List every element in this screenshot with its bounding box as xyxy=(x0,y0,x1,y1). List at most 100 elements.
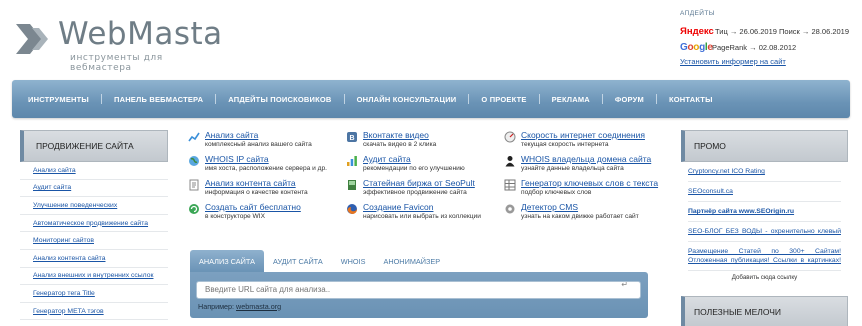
document-icon xyxy=(188,179,200,191)
tool-desc: узнайте данные владельца сайта xyxy=(521,165,624,172)
useful-title: ПОЛЕЗНЫЕ МЕЛОЧИ xyxy=(681,296,848,326)
tool-desc: текущая скорость интернета xyxy=(521,141,609,148)
tool-desc: в конструкторе WIX xyxy=(205,213,266,220)
nav-divider xyxy=(468,94,470,104)
tool-desc: узнать на каком движке работает сайт xyxy=(521,213,639,220)
sidebar-item-site-analysis[interactable]: Анализ сайта xyxy=(20,162,168,180)
tab-site-analysis[interactable]: АНАЛИЗ САЙТА xyxy=(190,250,264,272)
refresh-icon xyxy=(188,203,200,215)
logo[interactable]: WebMasta инструменты для вебмастера xyxy=(12,16,222,73)
add-link[interactable]: Добавить сюда ссылку xyxy=(681,274,848,281)
sidebar-item-auto-promotion[interactable]: Автоматическое продвижение сайта xyxy=(20,215,168,233)
nav-contacts[interactable]: КОНТАКТЫ xyxy=(669,95,713,104)
sidebar-item-monitoring[interactable]: Мониторинг сайтов xyxy=(20,232,168,250)
nav-tools[interactable]: ИНСТРУМЕНТЫ xyxy=(28,95,89,104)
tool-desc: рекомендации по его улучшению xyxy=(363,165,465,172)
example-label: Например: xyxy=(198,301,235,311)
nav-about[interactable]: О ПРОЕКТЕ xyxy=(481,95,526,104)
tool-item[interactable]: Аудит сайта рекомендации по его улучшени… xyxy=(346,154,506,178)
example-line: Например: webmasta.org xyxy=(196,302,642,311)
yandex-update-row: Яндекс Тиц → 26.06.2019 Поиск → 28.06.20… xyxy=(680,23,855,39)
promo-item[interactable]: Cryptoncy.net ICO Rating xyxy=(688,162,841,182)
example-link[interactable]: webmasta.org xyxy=(236,302,281,311)
tab-site-audit[interactable]: АУДИТ САЙТА xyxy=(264,250,332,272)
sidebar-item-links-analysis[interactable]: Анализ внешних и внутренних ссылок xyxy=(20,268,168,286)
person-icon xyxy=(504,155,516,167)
gear-icon xyxy=(504,203,516,215)
tool-item[interactable]: Анализ сайта комплексный анализ вашего с… xyxy=(188,130,348,154)
tool-title[interactable]: Анализ сайта xyxy=(205,130,258,140)
nav-advertising[interactable]: РЕКЛАМА xyxy=(552,95,590,104)
sidebar-item-content-analysis[interactable]: Анализ контента сайта xyxy=(20,250,168,268)
nav-forum[interactable]: ФОРУМ xyxy=(615,95,644,104)
analysis-box: АНАЛИЗ САЙТА АУДИТ САЙТА WHOIS АНОНИМАЙЗ… xyxy=(190,248,648,326)
nav-divider xyxy=(215,94,217,104)
nav-webmaster-panel[interactable]: ПАНЕЛЬ ВЕБМАСТЕРА xyxy=(114,95,203,104)
tool-desc: нарисовать или выбрать из коллекции xyxy=(363,213,481,220)
google-logo: Google xyxy=(680,41,713,53)
sidebar-title: ПРОДВИЖЕНИЕ САЙТА xyxy=(20,130,168,162)
tool-desc: подбор ключевых слов xyxy=(521,189,592,196)
tool-item[interactable]: WHOIS владельца домена сайта узнайте дан… xyxy=(504,154,664,178)
book-icon xyxy=(346,179,358,191)
tool-title[interactable]: Скорость интернет соединения xyxy=(521,130,645,140)
svg-text:B: B xyxy=(349,135,354,142)
tool-title[interactable]: Анализ контента сайта xyxy=(205,178,296,188)
promo-item[interactable]: Партнёр сайта www.SEOrigin.ru xyxy=(688,202,841,222)
sidebar-item-title-generator[interactable]: Генератор тега Title xyxy=(20,285,168,303)
tool-title[interactable]: Создание Favicon xyxy=(363,202,433,212)
promotion-sidebar: ПРОДВИЖЕНИЕ САЙТА Анализ сайта Аудит сай… xyxy=(20,130,168,326)
sidebar-item-site-audit[interactable]: Аудит сайта xyxy=(20,180,168,198)
sidebar-item-meta-generator[interactable]: Генератор META тэгов xyxy=(20,303,168,321)
google-update-text: PageRank → 02.08.2012 xyxy=(712,42,797,52)
tool-item[interactable]: Создать сайт бесплатно в конструкторе WI… xyxy=(188,202,348,226)
firefox-icon xyxy=(346,203,358,215)
google-update-row: Google PageRank → 02.08.2012 xyxy=(680,39,855,55)
tool-desc: имя хоста, расположение сервера и др. xyxy=(205,165,327,172)
tool-item[interactable]: Анализ контента сайта информация о качес… xyxy=(188,178,348,202)
tab-whois[interactable]: WHOIS xyxy=(332,250,375,272)
tool-item[interactable]: Создание Favicon нарисовать или выбрать … xyxy=(346,202,506,226)
url-input[interactable] xyxy=(196,280,641,299)
tool-title[interactable]: WHOIS IP сайта xyxy=(205,154,269,164)
nav-divider xyxy=(100,94,102,104)
nav-divider xyxy=(343,94,345,104)
tab-anonymizer[interactable]: АНОНИМАЙЗЕР xyxy=(375,250,450,272)
nav-divider xyxy=(655,94,657,104)
promo-title: ПРОМО xyxy=(681,130,848,162)
sidebar-item-behavior[interactable]: Улучшение поведенческих xyxy=(20,197,168,215)
tool-desc: информация о качестве контента xyxy=(205,189,308,196)
nav-online-consulting[interactable]: ОНЛАЙН КОНСУЛЬТАЦИИ xyxy=(357,95,457,104)
tool-title[interactable]: Детектор CMS xyxy=(521,202,578,212)
tool-item[interactable]: B Вконтакте видео скачать видео в 2 клик… xyxy=(346,130,506,154)
promo-item[interactable]: SEOconsult.ca xyxy=(688,182,841,202)
analysis-panel: ↵ Например: webmasta.org xyxy=(190,272,648,318)
tool-item[interactable]: WHOIS IP сайта имя хоста, расположение с… xyxy=(188,154,348,178)
nav-divider xyxy=(601,94,603,104)
updates-title: АПДЕЙТЫ xyxy=(680,10,715,17)
tool-desc: скачать видео в 2 клика xyxy=(363,141,437,148)
tool-title[interactable]: Создать сайт бесплатно xyxy=(205,202,301,212)
tool-item[interactable]: Генератор ключевых слов с текста подбор … xyxy=(504,178,664,202)
chart-icon xyxy=(188,131,200,143)
logo-mark-icon xyxy=(16,24,48,54)
speedometer-icon xyxy=(504,131,516,143)
submit-enter-icon[interactable]: ↵ xyxy=(621,280,628,289)
tool-title[interactable]: Вконтакте видео xyxy=(363,130,429,140)
vk-icon: B xyxy=(346,131,358,143)
tool-title[interactable]: WHOIS владельца домена сайта xyxy=(521,154,651,164)
tool-title[interactable]: Аудит сайта xyxy=(363,154,411,164)
tool-desc: комплексный анализ вашего сайта xyxy=(205,141,312,148)
sidebar-list: Анализ сайта Аудит сайта Улучшение повед… xyxy=(20,162,168,321)
tool-item[interactable]: Скорость интернет соединения текущая ско… xyxy=(504,130,664,154)
nav-search-updates[interactable]: АПДЕЙТЫ ПОИСКОВИКОВ xyxy=(228,95,331,104)
install-informer-link[interactable]: Установить информер на сайт xyxy=(680,57,855,66)
tool-title[interactable]: Генератор ключевых слов с текста xyxy=(521,178,658,188)
promo-item[interactable]: Размещение Статей по 300+ Сайтам! Отложе… xyxy=(688,242,841,271)
tool-title[interactable]: Статейная биржа от SeoPult xyxy=(363,178,475,188)
promo-item[interactable]: SEO-БЛОГ БЕЗ ВОДЫ - охренительно клевый xyxy=(688,222,841,242)
tool-item[interactable]: Статейная биржа от SeoPult эффективное п… xyxy=(346,178,506,202)
tool-item[interactable]: Детектор CMS узнать на каком движке рабо… xyxy=(504,202,664,226)
nav-divider xyxy=(538,94,540,104)
analysis-tabs: АНАЛИЗ САЙТА АУДИТ САЙТА WHOIS АНОНИМАЙЗ… xyxy=(190,248,648,272)
